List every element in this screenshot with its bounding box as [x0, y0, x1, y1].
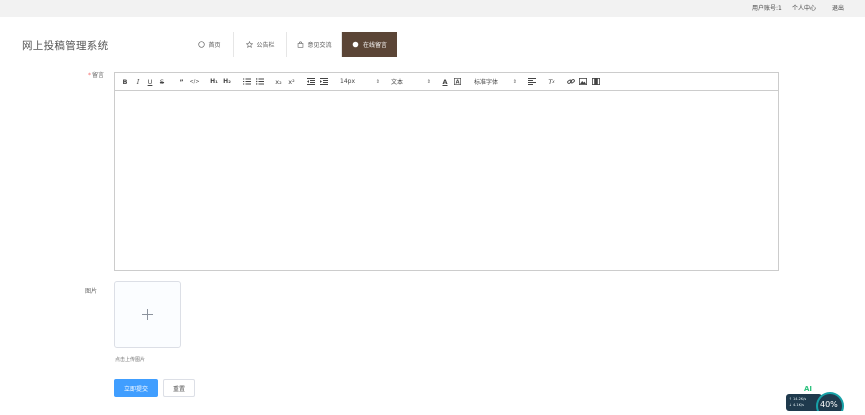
nav-item-notice[interactable]: 公告栏 [234, 32, 287, 57]
strike-button[interactable]: S [158, 77, 166, 86]
ordered-list-icon[interactable] [242, 77, 251, 86]
clear-format-button[interactable]: Tx [547, 77, 556, 86]
nav-label-notice: 公告栏 [256, 42, 275, 49]
nav-item-message[interactable]: 在线留言 [342, 32, 397, 57]
home-icon [197, 41, 205, 49]
reset-button[interactable]: 重置 [163, 379, 195, 397]
nav-label-message: 在线留言 [362, 42, 387, 49]
percent-readout: 40% [820, 400, 838, 409]
heading1-button[interactable]: H₁ [209, 77, 219, 86]
image-label: 图片 [85, 288, 98, 295]
font-color-button[interactable]: A [441, 77, 449, 86]
link-icon[interactable] [566, 77, 575, 86]
bullet-list-icon[interactable] [255, 77, 264, 86]
nav-item-feedback[interactable]: 意见交流 [287, 32, 342, 57]
download-speed: ↓ 4.1K/s [789, 403, 804, 407]
submit-button[interactable]: 立即提交 [114, 379, 158, 397]
font-family-value: 标准字体 [474, 79, 499, 86]
user-account-link[interactable]: 用户账号:1 [752, 3, 782, 12]
heading2-button[interactable]: H₂ [222, 77, 232, 86]
background-color-icon[interactable]: A [453, 77, 462, 86]
code-block-button[interactable]: </> [189, 77, 199, 86]
bag-icon [296, 41, 304, 49]
subscript-button[interactable]: x₂ [274, 77, 283, 86]
indent-icon[interactable] [319, 77, 328, 86]
main-nav: 首页 公告栏 意见交流 在线留言 [185, 32, 397, 57]
rich-text-editor: B I U S ” </> H₁ H₂ x₂ x² 14px ⇕ 文本 ⇕ A [114, 72, 779, 271]
top-bar: 用户账号:1 个人中心 退出 [0, 0, 865, 17]
align-icon[interactable] [527, 77, 536, 86]
blockquote-button[interactable]: ” [177, 77, 186, 86]
select-arrows-icon: ⇕ [512, 78, 517, 85]
select-arrows-icon: ⇕ [375, 78, 380, 85]
nav-item-home[interactable]: 首页 [185, 32, 234, 57]
logout-link[interactable]: 退出 [832, 3, 844, 12]
text-style-select[interactable]: 文本 ⇕ [391, 77, 431, 87]
superscript-button[interactable]: x² [287, 77, 296, 86]
dot-icon [352, 41, 360, 49]
image-upload-box[interactable] [114, 281, 181, 348]
italic-button[interactable]: I [134, 77, 142, 86]
upload-tip: 点击上传图片 [115, 357, 146, 363]
ai-badge: AI [804, 385, 813, 393]
plus-icon [142, 305, 153, 324]
editor-toolbar: B I U S ” </> H₁ H₂ x₂ x² 14px ⇕ 文本 ⇕ A [115, 73, 778, 91]
select-arrows-icon: ⇕ [426, 78, 431, 85]
svg-text:A: A [456, 79, 460, 85]
image-icon[interactable] [578, 77, 587, 86]
font-size-select[interactable]: 14px ⇕ [340, 77, 380, 86]
font-size-value: 14px [340, 78, 355, 85]
editor-content-area[interactable] [115, 91, 778, 270]
font-family-select[interactable]: 标准字体 ⇕ [474, 77, 517, 87]
content-label: *留言 [88, 72, 105, 79]
bold-button[interactable]: B [121, 77, 129, 86]
outdent-icon[interactable] [306, 77, 315, 86]
site-title: 网上投稿管理系统 [22, 40, 109, 52]
video-icon[interactable] [591, 77, 600, 86]
nav-label-home: 首页 [208, 42, 221, 49]
underline-button[interactable]: U [146, 77, 154, 86]
upload-speed: ↑ 14.2K/s [789, 397, 807, 401]
star-icon [245, 41, 253, 49]
personal-center-link[interactable]: 个人中心 [792, 3, 816, 12]
network-speed-widget[interactable]: AI ↑ 14.2K/s ↓ 4.1K/s 40% [786, 385, 846, 415]
text-style-value: 文本 [391, 79, 404, 86]
nav-label-feedback: 意见交流 [307, 42, 332, 49]
